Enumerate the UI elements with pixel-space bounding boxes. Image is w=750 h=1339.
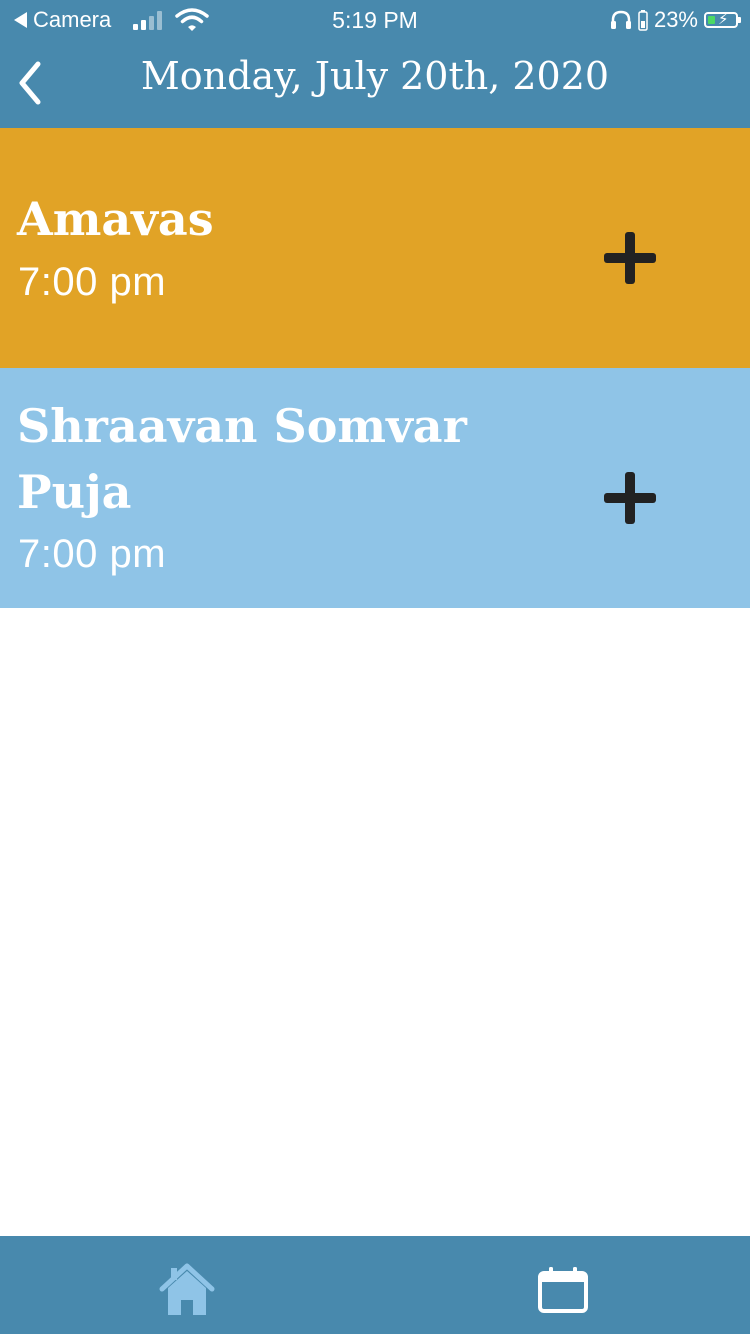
event-time: 7:00 pm [18, 532, 167, 576]
add-event-button[interactable] [604, 472, 656, 524]
calendar-icon [538, 1267, 588, 1313]
tab-calendar[interactable] [513, 1236, 613, 1334]
top-bar: Camera 5:19 PM 23% ⚡ Monday, July 20th, … [0, 0, 750, 128]
add-event-button[interactable] [604, 232, 656, 284]
event-list: Amavas 7:00 pm Shraavan Somvar Puja 7:00… [0, 128, 750, 608]
tab-home[interactable] [137, 1236, 237, 1334]
event-row[interactable]: Amavas 7:00 pm [0, 128, 750, 368]
battery-indicator-icon [638, 10, 648, 31]
event-name: Shraavan Somvar Puja [17, 399, 467, 519]
battery-percent: 23% [653, 7, 698, 32]
tab-bar [0, 1236, 750, 1334]
event-time: 7:00 pm [18, 260, 167, 304]
headphones-icon [610, 10, 631, 29]
event-name: Amavas [17, 192, 214, 246]
battery-icon: ⚡ [704, 11, 741, 28]
nav-bar: Monday, July 20th, 2020 [0, 40, 750, 128]
page-title: Monday, July 20th, 2020 [140, 54, 610, 98]
status-bar: Camera 5:19 PM 23% ⚡ [0, 0, 750, 40]
event-row[interactable]: Shraavan Somvar Puja 7:00 pm [0, 368, 750, 608]
home-icon [159, 1263, 215, 1315]
